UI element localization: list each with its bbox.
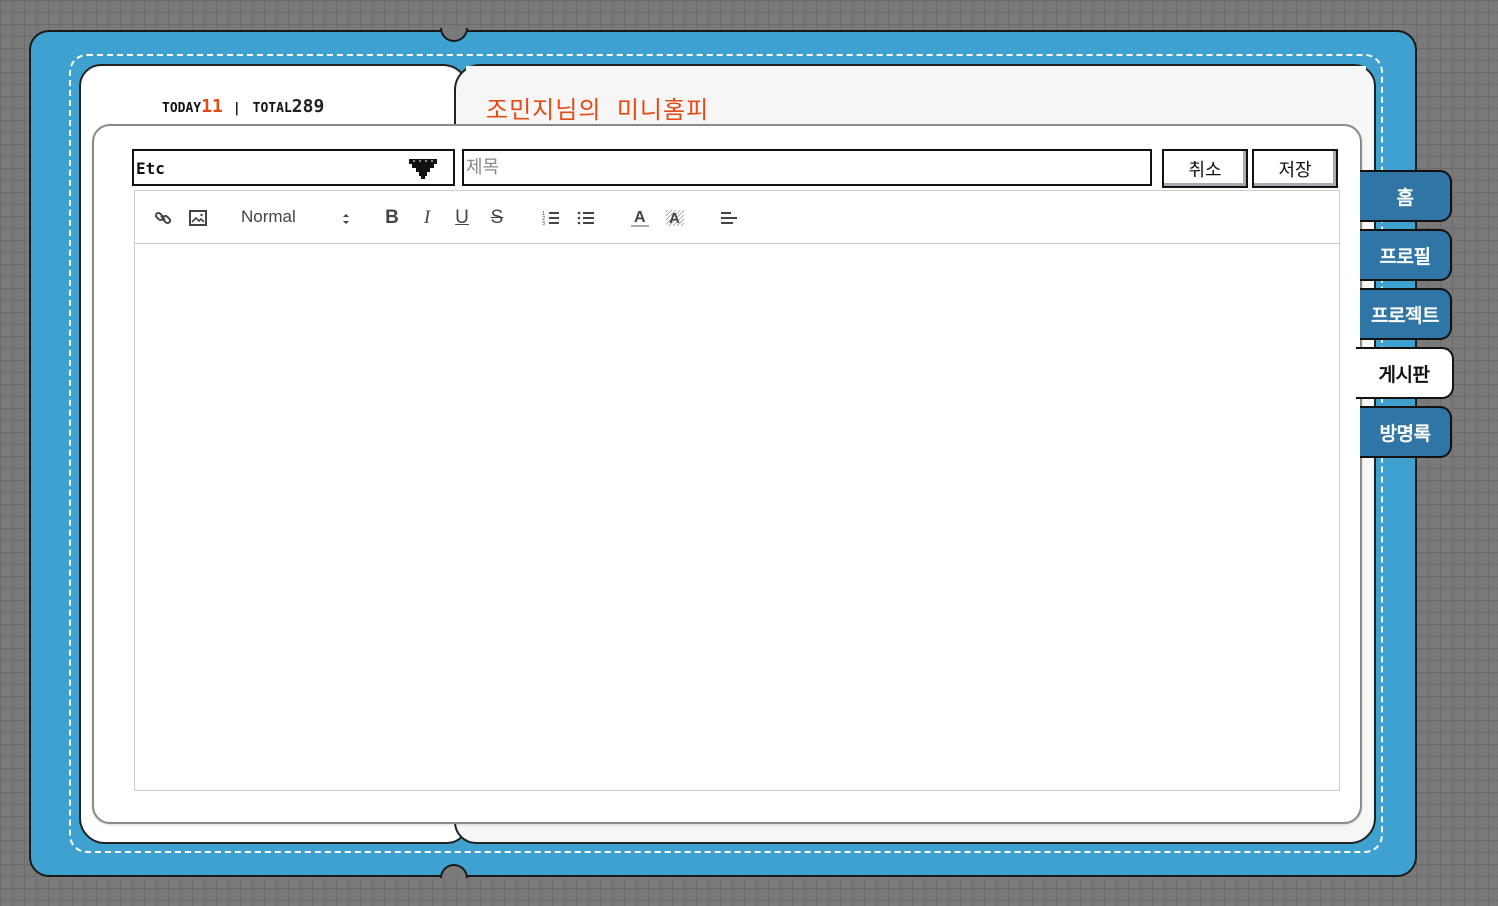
- image-icon[interactable]: [188, 207, 208, 229]
- svg-text:A: A: [634, 209, 646, 226]
- text-color-icon[interactable]: A: [629, 207, 651, 229]
- link-icon[interactable]: [153, 207, 173, 229]
- category-value: Etc: [136, 159, 165, 178]
- tab-project[interactable]: 프로젝트: [1360, 288, 1452, 340]
- post-title-input[interactable]: [462, 149, 1152, 186]
- tab-board[interactable]: 게시판: [1356, 347, 1454, 399]
- align-left-icon[interactable]: [718, 207, 740, 229]
- tab-guestbook[interactable]: 방명록: [1360, 406, 1452, 458]
- today-label: TODAY: [162, 101, 202, 116]
- rich-text-editor: Normal B I U S 1 2 3 A A: [134, 190, 1340, 791]
- strike-button[interactable]: S: [487, 207, 507, 229]
- header-format-select[interactable]: Normal: [241, 207, 351, 229]
- site-title: 조민지님의 미니홈피: [486, 96, 710, 124]
- today-count: 11: [201, 96, 223, 117]
- svg-text:3: 3: [542, 221, 545, 226]
- header-format-value: Normal: [241, 207, 296, 226]
- category-select[interactable]: Etc: [132, 149, 455, 186]
- counter-separator: |: [232, 101, 241, 116]
- tab-profile[interactable]: 프로필: [1360, 229, 1452, 281]
- tab-home[interactable]: 홈: [1360, 170, 1452, 222]
- background-color-icon[interactable]: A: [664, 207, 686, 229]
- italic-button[interactable]: I: [417, 207, 437, 229]
- underline-button[interactable]: U: [452, 207, 472, 229]
- ordered-list-icon[interactable]: 1 2 3: [541, 207, 561, 229]
- bullet-list-icon[interactable]: [576, 207, 596, 229]
- bold-button[interactable]: B: [382, 207, 402, 229]
- cancel-button[interactable]: 취소: [1162, 149, 1248, 188]
- total-count: 289: [291, 96, 325, 117]
- editor-toolbar: Normal B I U S 1 2 3 A A: [135, 191, 1339, 244]
- svg-text:A: A: [669, 210, 680, 227]
- editor-content-area[interactable]: [135, 244, 1339, 790]
- save-button[interactable]: 저장: [1252, 149, 1338, 188]
- up-down-caret-icon: [341, 211, 351, 231]
- total-label: TOTAL: [252, 101, 292, 116]
- chevron-down-icon: [409, 159, 437, 179]
- visitor-counter: TODAY11 | TOTAL289: [162, 96, 324, 117]
